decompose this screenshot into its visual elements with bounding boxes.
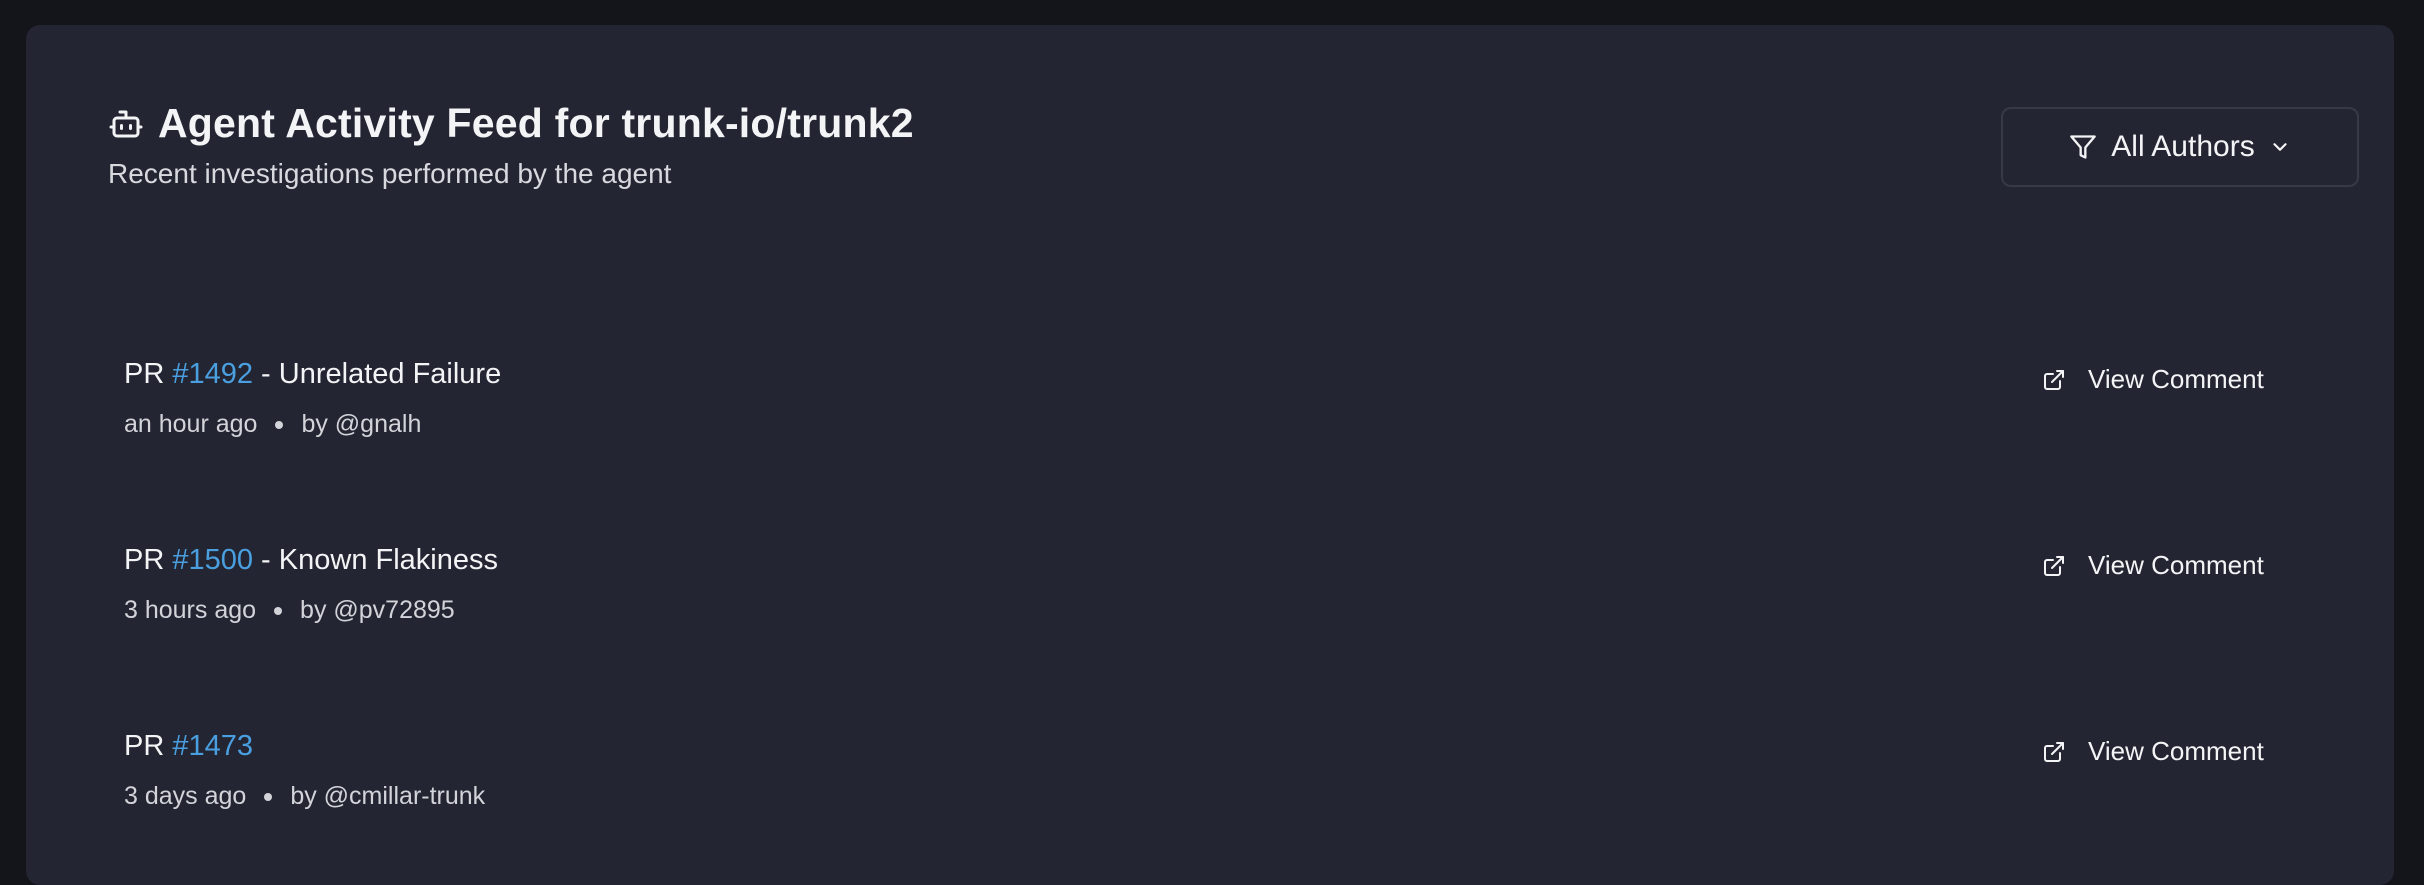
pr-prefix: PR [124,358,173,390]
chevron-down-icon [2269,136,2291,158]
page-header: Agent Activity Feed for trunk-io/trunk2 [108,100,914,147]
view-comment-label: View Comment [2088,736,2264,766]
pr-link[interactable]: #1500 [172,544,253,576]
pr-link[interactable]: #1473 [172,730,253,762]
pr-link[interactable]: #1492 [172,358,253,390]
feed-item-meta: an hour ago by @gnalh [124,410,421,439]
robot-icon [108,106,144,142]
feed-item: PR #1492 - Unrelated Failure an hour ago… [124,358,2284,478]
feed-item-time: 3 hours ago [124,596,257,624]
external-link-icon [2042,740,2066,764]
feed-item-author: by @cmillar-trunk [290,782,486,810]
separator-dot [274,606,283,615]
feed-item-title: PR #1492 - Unrelated Failure [124,358,501,391]
page-title: Agent Activity Feed for trunk-io/trunk2 [158,100,914,146]
external-link-icon [2042,368,2066,392]
view-comment-button[interactable]: View Comment [2042,550,2264,581]
separator-dot [275,420,284,429]
pr-prefix: PR [124,730,173,762]
pr-result: - Unrelated Failure [253,358,502,390]
pr-result: - Known Flakiness [253,544,498,576]
pr-prefix: PR [124,544,173,576]
filter-icon [2069,133,2097,161]
feed-item-title: PR #1500 - Known Flakiness [124,544,498,577]
author-filter-dropdown[interactable]: All Authors [2001,107,2359,187]
view-comment-button[interactable]: View Comment [2042,736,2264,767]
feed-item-author: by @pv72895 [300,596,455,624]
feed-item-time: an hour ago [124,410,258,438]
feed-item: PR #1500 - Known Flakiness 3 hours ago b… [124,544,2284,664]
feed-item: PR #1473 3 days ago by @cmillar-trunk Vi… [124,730,2284,850]
external-link-icon [2042,554,2066,578]
page-subtitle: Recent investigations performed by the a… [108,158,672,189]
view-comment-label: View Comment [2088,364,2264,394]
filter-label: All Authors [2111,130,2255,163]
view-comment-label: View Comment [2088,550,2264,580]
feed-item-author: by @gnalh [301,410,422,438]
feed-item-time: 3 days ago [124,782,247,810]
view-comment-button[interactable]: View Comment [2042,364,2264,395]
feed-item-meta: 3 days ago by @cmillar-trunk [124,782,485,811]
feed-item-meta: 3 hours ago by @pv72895 [124,596,455,625]
feed-item-title: PR #1473 [124,730,253,763]
separator-dot [264,792,273,801]
